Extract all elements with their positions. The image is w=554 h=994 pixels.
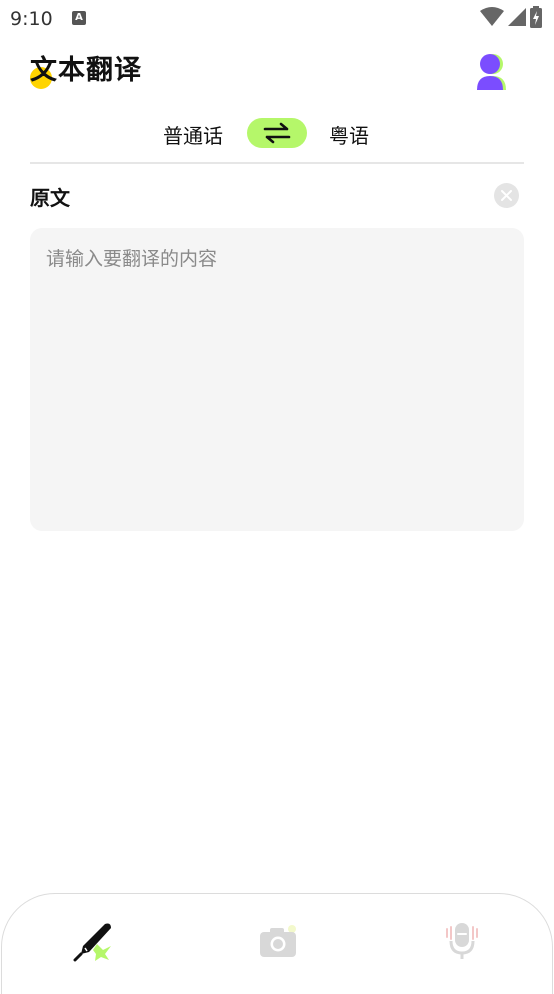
page-title-text: 文本翻译 (30, 55, 142, 86)
avatar-button[interactable] (474, 52, 508, 90)
bottom-nav (1, 893, 553, 994)
target-language-button[interactable]: 粤语 (329, 120, 369, 149)
nav-text-translate[interactable] (64, 916, 124, 966)
signal-icon (508, 8, 526, 26)
microphone-icon (446, 923, 478, 959)
wifi-icon (480, 7, 504, 26)
source-text-input[interactable] (30, 228, 524, 531)
source-language-button[interactable]: 普通话 (163, 120, 223, 149)
battery-icon (530, 6, 542, 28)
camera-icon (260, 925, 296, 957)
page-title: 文本翻译 (30, 52, 142, 92)
pen-icon (73, 923, 111, 962)
status-icons (480, 6, 542, 28)
notification-icon: A (72, 11, 86, 25)
source-text-area[interactable] (30, 228, 524, 531)
clear-button[interactable] (494, 183, 519, 208)
user-avatar-icon (477, 54, 506, 90)
swap-language-button[interactable] (247, 118, 307, 148)
clear-icon (501, 190, 512, 201)
nav-voice-translate[interactable] (432, 916, 492, 966)
status-time: 9:10 (10, 8, 53, 30)
divider (30, 162, 524, 164)
nav-camera-translate[interactable] (248, 916, 308, 966)
source-text-label: 原文 (30, 186, 70, 210)
swap-arrows-icon (263, 122, 291, 144)
